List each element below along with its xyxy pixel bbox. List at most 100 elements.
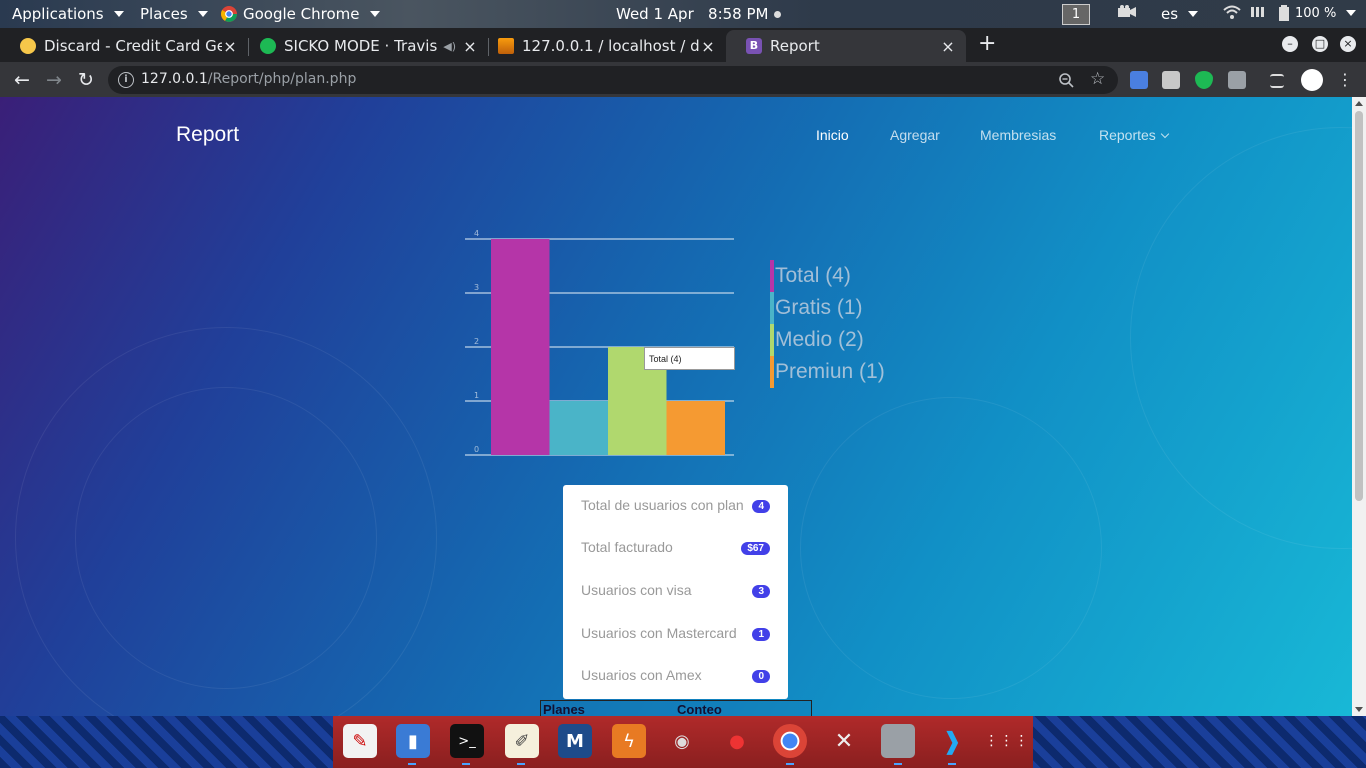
maximize-button[interactable]: □: [1312, 36, 1328, 52]
legend-label: Gratis (1): [775, 296, 863, 319]
eye-icon[interactable]: ◉: [665, 724, 699, 758]
language-menu[interactable]: es: [1161, 5, 1199, 23]
zoom-icon[interactable]: [1059, 73, 1074, 88]
count-badge: 4: [752, 500, 770, 513]
off-extension-icon[interactable]: [1228, 71, 1246, 89]
active-app-label: Google Chrome: [243, 5, 360, 23]
cherrytree-icon[interactable]: ●: [720, 724, 754, 758]
terminal-icon[interactable]: >_: [450, 724, 484, 758]
battery-icon: [1279, 5, 1289, 21]
stat-label: Total de usuarios con plan: [581, 497, 744, 513]
plans-table-header: Planes Conteo: [540, 700, 812, 716]
file-manager-icon[interactable]: ▮: [396, 724, 430, 758]
address-bar[interactable]: i 127.0.0.1/Report/php/plan.php ☆: [108, 66, 1118, 94]
battery-indicator[interactable]: 100 %: [1279, 5, 1357, 21]
translate-extension-icon[interactable]: [1130, 71, 1148, 89]
places-label: Places: [140, 5, 188, 23]
nav-reportes[interactable]: Reportes: [1099, 127, 1170, 143]
stat-label: Usuarios con visa: [581, 582, 692, 598]
list-item: Usuarios con visa 3: [563, 570, 788, 612]
page-viewport: Report Inicio Agregar Membresias Reporte…: [0, 97, 1352, 716]
close-window-button[interactable]: ×: [1340, 36, 1356, 52]
tab-spotify[interactable]: SICKO MODE · Travis ◀) ×: [240, 30, 488, 62]
screenshot-icon[interactable]: [881, 724, 915, 758]
reload-button[interactable]: ↻: [74, 68, 98, 92]
volume-icon[interactable]: [1250, 5, 1266, 19]
active-app-menu[interactable]: Google Chrome: [221, 5, 380, 23]
dock-panel: ✎ ▮ >_ ✐ M ϟ ◉ ● ✕ ❱ ⋮⋮⋮: [0, 716, 1366, 768]
nav-inicio[interactable]: Inicio: [816, 127, 849, 143]
stats-list-group: Total de usuarios con plan 4 Total factur…: [563, 485, 788, 699]
minimize-button[interactable]: –: [1282, 36, 1298, 52]
speaker-icon[interactable]: ◀): [443, 40, 456, 53]
print-extension-icon[interactable]: [1162, 71, 1180, 89]
bookmark-star-icon[interactable]: ☆: [1090, 69, 1105, 89]
list-item: Usuarios con Amex 0: [563, 655, 788, 697]
chevron-down-icon: [197, 11, 208, 17]
legend-label: Medio (2): [775, 328, 864, 351]
close-tab-icon[interactable]: ×: [940, 37, 956, 56]
text-editor-icon[interactable]: ✐: [505, 724, 539, 758]
show-apps-grid-icon[interactable]: ⋮⋮⋮: [985, 724, 1029, 758]
legend-item: Premiun (1): [770, 356, 885, 388]
running-indicator: [894, 763, 902, 765]
info-icon[interactable]: i: [118, 72, 134, 88]
tab-discard[interactable]: Discard - Credit Card Ge ×: [0, 30, 248, 62]
language-label: es: [1161, 5, 1179, 23]
bootstrap-favicon-icon: B: [746, 38, 762, 54]
stat-label: Total facturado: [581, 539, 673, 555]
places-menu[interactable]: Places: [140, 5, 208, 23]
document-viewer-icon[interactable]: ✎: [343, 724, 377, 758]
battery-label: 100 %: [1295, 5, 1337, 21]
scroll-up-icon[interactable]: [1355, 101, 1363, 106]
discord-favicon-icon: [20, 38, 36, 54]
settings-tools-icon[interactable]: ✕: [827, 724, 861, 758]
column-header-conteo: Conteo: [677, 702, 722, 716]
back-button[interactable]: ←: [10, 68, 34, 92]
stat-label: Usuarios con Amex: [581, 667, 702, 683]
chevron-down-icon: [1160, 129, 1170, 139]
tab-title: SICKO MODE · Travis: [284, 37, 438, 55]
legend-item: Gratis (1): [770, 292, 885, 324]
close-tab-icon[interactable]: ×: [700, 37, 716, 56]
wifi-icon[interactable]: [1223, 5, 1241, 19]
shield-extension-icon[interactable]: [1195, 71, 1213, 89]
y-tick-label: 2: [474, 337, 479, 346]
forward-button[interactable]: →: [42, 68, 66, 92]
scrollbar-thumb[interactable]: [1355, 111, 1363, 501]
background-circle-decoration: [75, 387, 377, 689]
url-text: 127.0.0.1/Report/php/plan.php: [141, 71, 356, 87]
close-tab-icon[interactable]: ×: [462, 37, 478, 56]
tab-title: 127.0.0.1 / localhost / db: [522, 37, 700, 55]
background-circle-decoration: [1130, 127, 1352, 549]
notification-dot-icon: [774, 10, 782, 18]
legend-swatch-premiun: [770, 356, 774, 388]
legend-label: Total (4): [775, 264, 851, 287]
vscode-icon[interactable]: ❱: [935, 724, 969, 758]
metasploit-icon[interactable]: M: [558, 724, 592, 758]
clock[interactable]: Wed 1 Apr 8:58 PM: [616, 5, 782, 23]
media-extension-icon[interactable]: [1270, 74, 1284, 88]
page-scrollbar[interactable]: [1352, 97, 1366, 716]
burpsuite-icon[interactable]: ϟ: [612, 724, 646, 758]
chart-legend: Total (4) Gratis (1) Medio (2) Premiun (…: [770, 260, 885, 388]
chrome-icon[interactable]: [773, 724, 807, 758]
nav-membresias[interactable]: Membresias: [980, 127, 1056, 143]
workspace-indicator[interactable]: 1: [1062, 4, 1090, 25]
video-icon[interactable]: [1118, 5, 1136, 19]
spotify-favicon-icon: [260, 38, 276, 54]
profile-avatar[interactable]: [1301, 69, 1323, 91]
tab-phpmyadmin[interactable]: 127.0.0.1 / localhost / db ×: [478, 30, 726, 62]
chevron-down-icon: [1346, 10, 1357, 16]
close-tab-icon[interactable]: ×: [222, 37, 238, 56]
menu-kebab-icon[interactable]: ⋮: [1333, 68, 1357, 92]
tab-report[interactable]: B Report ×: [726, 30, 966, 62]
bar-premiun: [666, 401, 725, 455]
tab-title: Discard - Credit Card Ge: [44, 37, 222, 55]
stat-label: Usuarios con Mastercard: [581, 625, 737, 641]
new-tab-button[interactable]: +: [978, 31, 996, 56]
applications-menu[interactable]: Applications: [12, 5, 124, 23]
brand-logo[interactable]: Report: [176, 123, 239, 147]
nav-agregar[interactable]: Agregar: [890, 127, 940, 143]
scroll-down-icon[interactable]: [1355, 707, 1363, 712]
